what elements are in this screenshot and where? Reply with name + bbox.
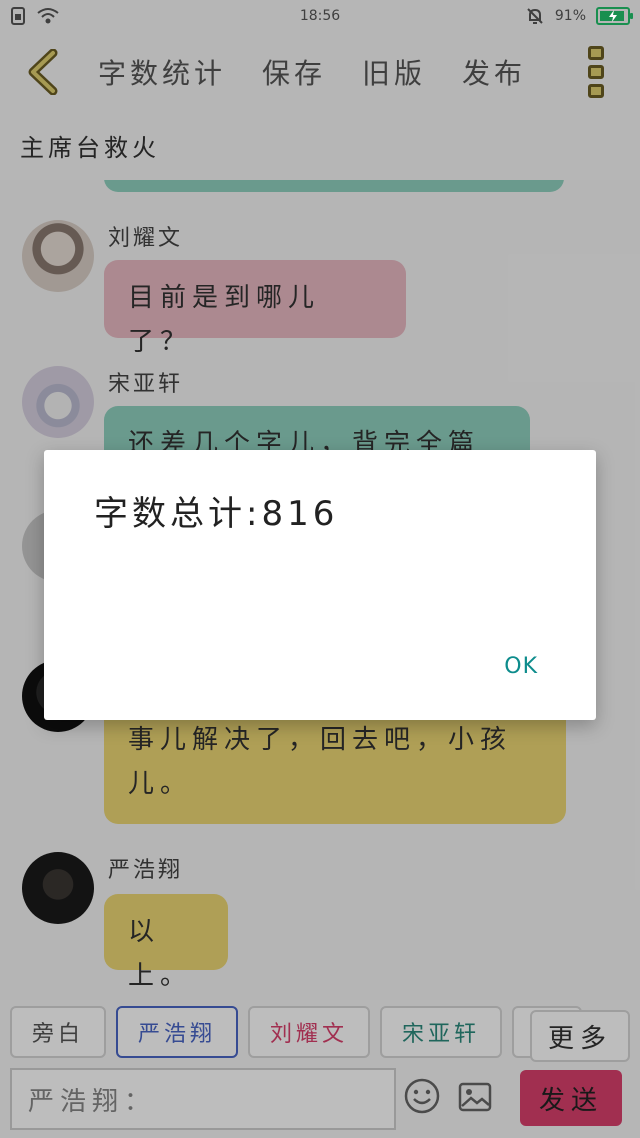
word-count-dialog: 字数总计:816 OK xyxy=(44,450,596,720)
app-root: 18:56 91% 字数统计 保存 旧版 发布 主席台救火 刘耀文 目前是到哪儿… xyxy=(0,0,640,1138)
ok-button[interactable]: OK xyxy=(504,654,538,679)
dialog-message: 字数总计:816 xyxy=(94,494,339,534)
bolt-icon xyxy=(609,10,617,22)
